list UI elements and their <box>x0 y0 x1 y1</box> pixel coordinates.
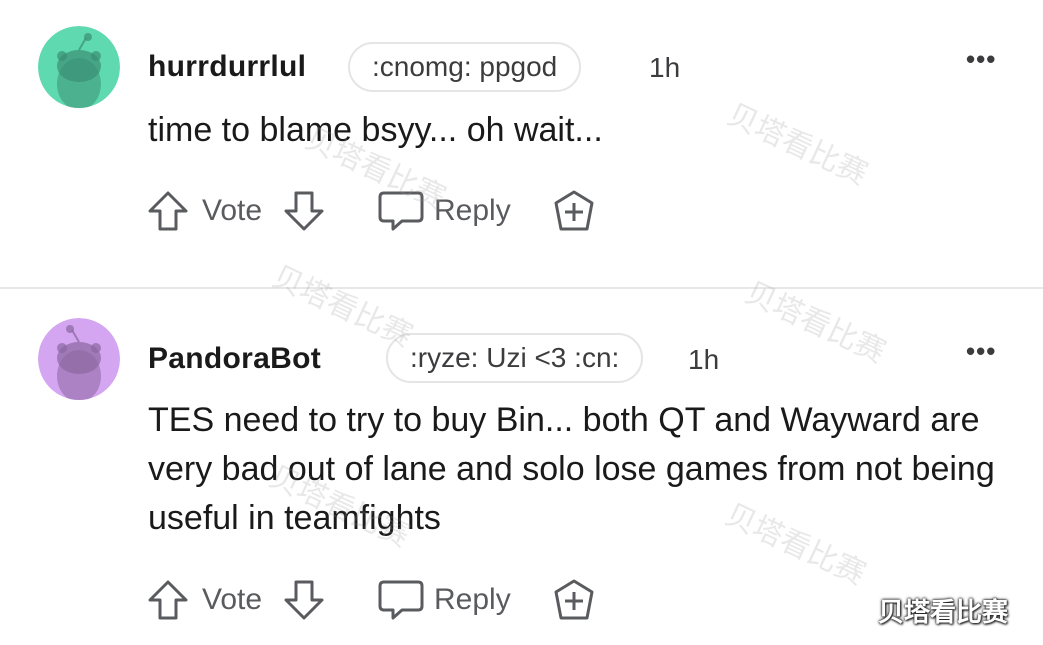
username[interactable]: hurrdurrlul <box>148 50 306 84</box>
snoo-avatar-icon <box>38 26 120 108</box>
upvote-button[interactable] <box>146 186 190 236</box>
comment-actions: Vote Reply <box>146 186 626 236</box>
award-plus-icon <box>554 579 594 620</box>
comment-thread: hurrdurrlul :cnomg: ppgod 1h ••• time to… <box>0 0 1043 645</box>
vote-label: Vote <box>202 194 263 227</box>
snoo-avatar-icon <box>38 318 120 400</box>
reply-label[interactable]: Reply <box>434 575 511 625</box>
user-avatar[interactable] <box>38 26 120 108</box>
timestamp: 1h <box>649 52 681 83</box>
comment-1: hurrdurrlul :cnomg: ppgod 1h ••• time to… <box>0 0 1043 288</box>
timestamp: 1h <box>688 344 720 375</box>
vote-label: Vote <box>202 583 263 616</box>
award-plus-icon <box>554 190 594 231</box>
user-avatar[interactable] <box>38 318 120 400</box>
user-flair: :cnomg: ppgod <box>348 42 582 92</box>
award-button[interactable] <box>552 575 596 625</box>
comment-bubble-icon <box>378 580 424 620</box>
comment-body: time to blame bsyy... oh wait... <box>148 111 603 149</box>
downvote-button[interactable] <box>282 186 326 236</box>
upvote-arrow-icon <box>148 580 188 620</box>
corner-watermark: 贝塔看比赛 <box>878 597 1009 627</box>
more-dots-icon[interactable]: ••• <box>966 336 996 367</box>
comment-actions: Vote Reply <box>146 575 626 625</box>
upvote-arrow-icon <box>148 191 188 231</box>
downvote-arrow-icon <box>284 580 324 620</box>
reply-label[interactable]: Reply <box>434 186 511 236</box>
more-dots-icon[interactable]: ••• <box>966 44 996 75</box>
downvote-arrow-icon <box>284 191 324 231</box>
downvote-button[interactable] <box>282 575 326 625</box>
comment-divider <box>0 287 1043 289</box>
reply-button[interactable] <box>378 575 424 625</box>
username[interactable]: PandoraBot <box>148 342 321 376</box>
award-button[interactable] <box>552 186 596 236</box>
comment-body: TES need to try to buy Bin... both QT an… <box>148 401 995 537</box>
upvote-button[interactable] <box>146 575 190 625</box>
reply-button[interactable] <box>378 186 424 236</box>
user-flair: :ryze: Uzi <3 :cn: <box>386 333 644 383</box>
comment-bubble-icon <box>378 191 424 231</box>
